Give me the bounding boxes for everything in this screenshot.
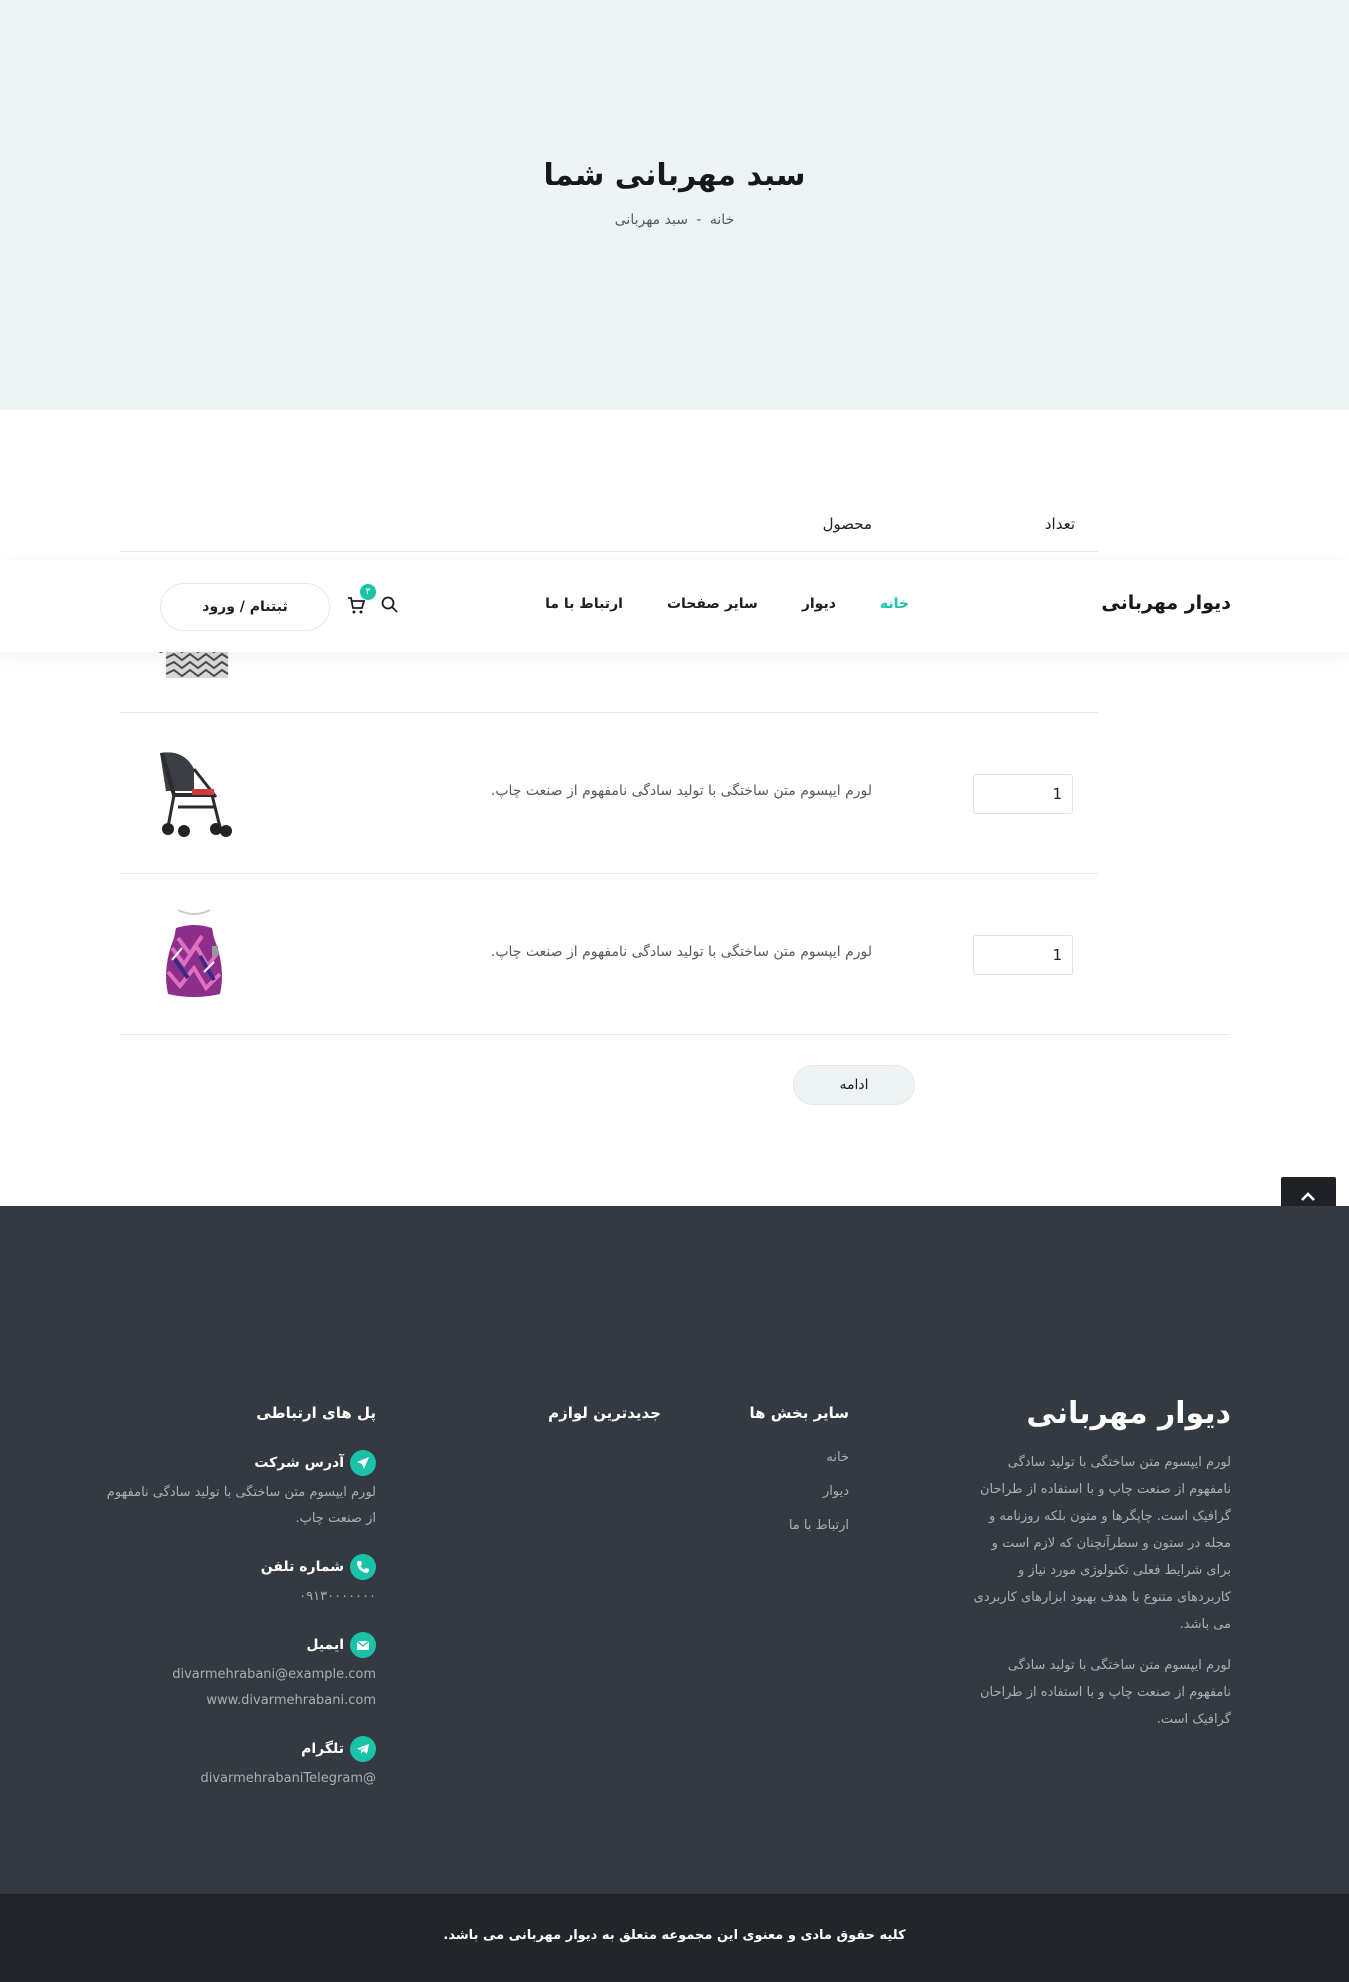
contact-address: آدرس شرکت لورم ایپسوم متن ساختگی با تولی… [106,1450,376,1532]
swimsuit-icon [166,909,222,997]
page-hero: سبد مهربانی شما خانه - سبد مهربانی [0,0,1349,410]
contact-address-label: آدرس شرکت [254,1455,344,1471]
navbar: دیوار مهربانی خانه دیوار سایر صفحات ارتب… [0,560,1349,652]
footer: دیوار مهربانی لورم ایپسوم متن ساختگی با … [0,1206,1349,1894]
cart-row: لورم ایپسوم متن ساختگی با تولید سادگی نا… [120,874,1098,1035]
footer-links-title: سایر بخش ها [749,1404,849,1422]
breadcrumb-home-link[interactable]: خانه [710,212,734,228]
copyright-text: کلیه حقوق مادی و معنوی این مجموعه متعلق … [443,1928,906,1943]
contact-telegram-text[interactable]: divarmehrabaniTelegram@ [106,1766,377,1792]
footer-link-contact[interactable]: ارتباط با ما [649,1518,849,1533]
footer-links: سایر بخش ها خانه دیوار ارتباط با ما [649,1404,849,1552]
menu-item-home[interactable]: خانه [880,596,909,612]
stroller-icon [160,752,232,837]
footer-contact: پل های ارتباطی آدرس شرکت لورم ایپسوم متن… [106,1404,376,1814]
menu-item-other-pages[interactable]: سایر صفحات [667,596,758,612]
footer-link-wall[interactable]: دیوار [649,1484,849,1499]
footer-about-text: لورم ایپسوم متن ساختگی با تولید سادگی نا… [979,1658,1231,1727]
login-register-button[interactable]: ثبتنام / ورود [160,583,330,631]
product-description: لورم ایپسوم متن ساختگی با تولید سادگی نا… [490,944,872,960]
cart-divider [120,1034,1230,1035]
search-icon[interactable] [380,595,400,615]
footer-about: دیوار مهربانی لورم ایپسوم متن ساختگی با … [971,1396,1231,1747]
menu-item-contact[interactable]: ارتباط با ما [545,596,623,612]
contact-website-text[interactable]: www.divarmehrabani.com [106,1688,376,1714]
phone-icon [350,1554,376,1580]
page-title: سبد مهربانی شما [543,158,806,193]
footer-contact-title: پل های ارتباطی [256,1404,376,1422]
breadcrumb: خانه - سبد مهربانی [0,212,1349,228]
contact-phone: شماره تلفن ۰۹۱۳۰۰۰۰۰۰۰ [106,1554,376,1610]
product-description: لورم ایپسوم متن ساختگی با تولید سادگی نا… [490,783,872,799]
column-header-quantity: تعداد [1044,515,1075,533]
envelope-icon [350,1632,376,1658]
cart-table-header: تعداد محصول [120,505,1098,552]
copyright-bar: کلیه حقوق مادی و معنوی این مجموعه متعلق … [0,1894,1349,1982]
footer-newest: جدیدترین لوازم [461,1404,661,1450]
continue-button[interactable]: ادامه [793,1065,915,1105]
location-arrow-icon [350,1450,376,1476]
contact-phone-text: ۰۹۱۳۰۰۰۰۰۰۰ [299,1589,376,1604]
contact-address-text: لورم ایپسوم متن ساختگی با تولید سادگی نا… [106,1485,376,1526]
contact-email-label: ایمیل [306,1637,344,1653]
quantity-input[interactable] [973,935,1073,975]
column-header-product: محصول [822,515,872,533]
contact-telegram-label: تلگرام [301,1741,344,1757]
footer-about-text: لورم ایپسوم متن ساختگی با تولید سادگی نا… [973,1455,1231,1632]
site-logo[interactable]: دیوار مهربانی [1101,592,1231,614]
cart-count-badge: ۳ [360,584,376,600]
main-menu: خانه دیوار سایر صفحات ارتباط با ما [501,596,909,612]
chevron-up-icon [1301,1192,1315,1201]
breadcrumb-current: سبد مهربانی [614,212,688,228]
telegram-icon [350,1736,376,1762]
menu-item-wall[interactable]: دیوار [802,596,836,612]
contact-email: ایمیل divarmehrabani@example.com www.div… [106,1632,376,1714]
contact-phone-label: شماره تلفن [260,1559,344,1575]
footer-brand: دیوار مهربانی [1026,1396,1231,1431]
contact-email-text[interactable]: divarmehrabani@example.com [106,1662,376,1688]
footer-link-home[interactable]: خانه [649,1450,849,1465]
footer-newest-title: جدیدترین لوازم [548,1404,661,1422]
contact-telegram: تلگرام divarmehrabaniTelegram@ [106,1736,376,1792]
cart-row: لورم ایپسوم متن ساختگی با تولید سادگی نا… [120,713,1098,874]
quantity-input[interactable] [973,774,1073,814]
breadcrumb-separator: - [696,212,702,228]
